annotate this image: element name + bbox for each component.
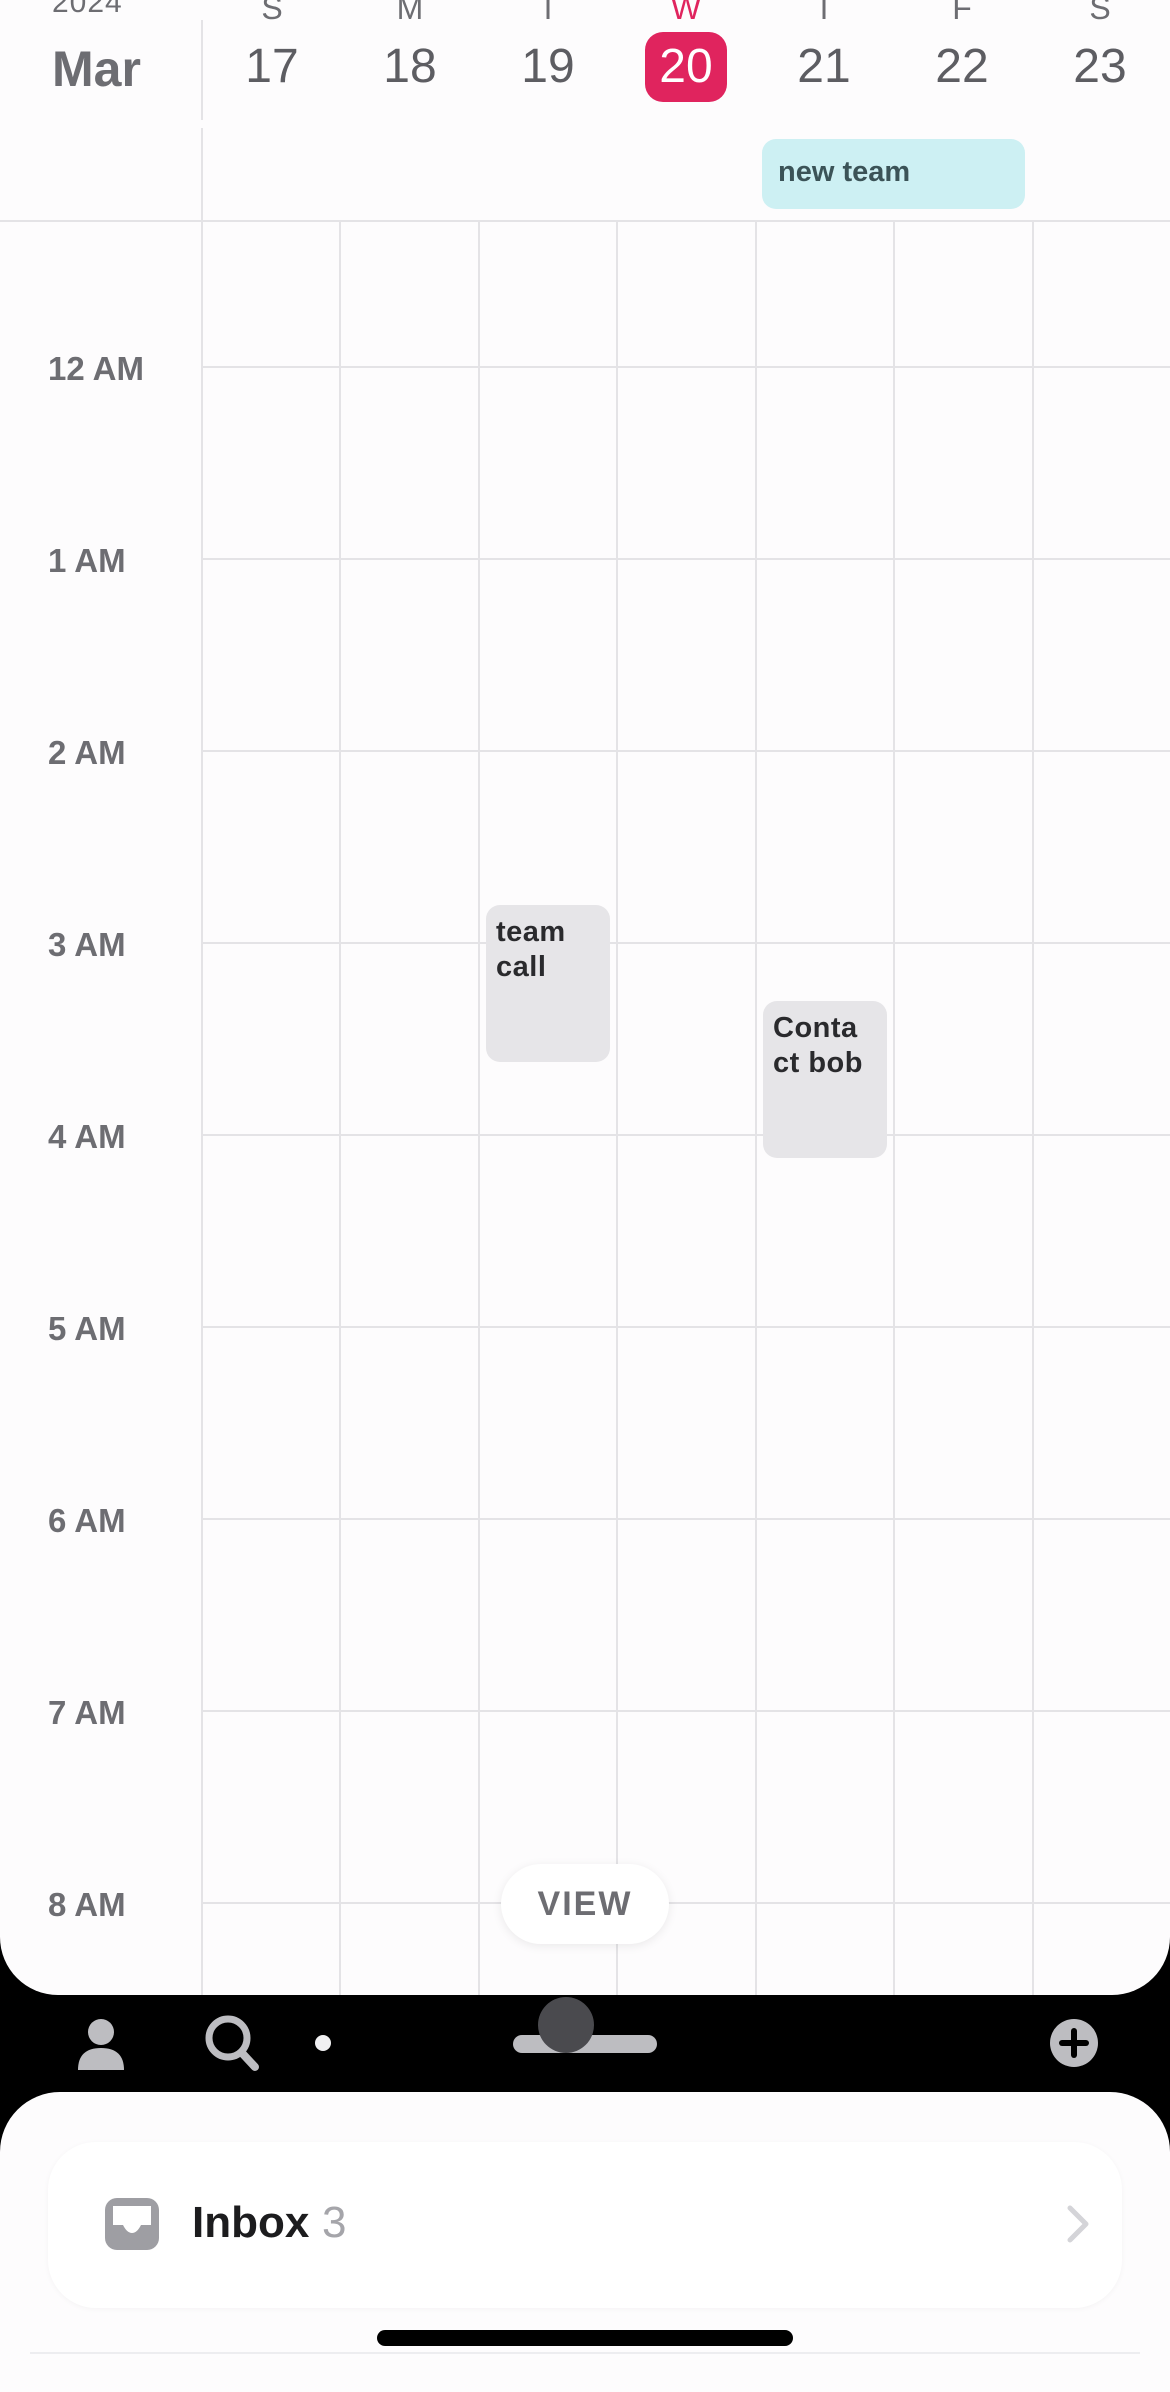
time-label: 3 AM — [48, 926, 126, 963]
event-title-line: team — [496, 916, 566, 948]
event-team-call[interactable]: team call — [486, 905, 610, 1062]
sheet-divider — [30, 2352, 1140, 2354]
bottom-sheet: Inbox 3 — [0, 2092, 1170, 2392]
event-title-line: ct bob — [773, 1047, 863, 1079]
day-number: 17 — [245, 40, 299, 93]
grid-column-line — [1032, 222, 1034, 1995]
day-of-week: W — [670, 0, 702, 26]
add-icon[interactable] — [1049, 2018, 1099, 2073]
today-badge: 20 — [645, 32, 727, 102]
time-label: 1 AM — [48, 542, 126, 579]
view-button[interactable]: VIEW — [501, 1864, 669, 1944]
grid-hour-line — [201, 942, 1170, 944]
day-of-week: S — [1089, 0, 1111, 26]
day-number: 18 — [383, 40, 437, 93]
time-label: 2 AM — [48, 734, 126, 771]
grid-hour-line — [201, 366, 1170, 368]
week-calendar: 2024 Mar S 17 M 18 T 19 W 20 T 21 F 22 S… — [0, 0, 1170, 1995]
grid-hour-line — [201, 1710, 1170, 1712]
grid-hour-line — [201, 1326, 1170, 1328]
inbox-count: 3 — [322, 2198, 347, 2247]
event-title-line: call — [496, 951, 547, 983]
grid-top-border — [0, 220, 1170, 222]
day-number: 21 — [797, 40, 851, 93]
inbox-row[interactable]: Inbox 3 — [48, 2142, 1122, 2308]
grid-column-line — [201, 222, 203, 1995]
allday-event-new-team[interactable]: new team — [762, 139, 1025, 209]
grid-column-line — [616, 222, 618, 1995]
day-of-week: T — [538, 0, 558, 26]
event-contact-bob[interactable]: Conta ct bob — [763, 1001, 887, 1158]
day-number: 19 — [521, 40, 575, 93]
event-title-line: Conta — [773, 1012, 858, 1044]
grid-column-line — [893, 222, 895, 1995]
event-title: new team — [778, 156, 911, 188]
grid-hour-line — [201, 750, 1170, 752]
grid-hour-line — [201, 1134, 1170, 1136]
grid-hour-line — [201, 1902, 1170, 1904]
time-label: 8 AM — [48, 1886, 126, 1923]
day-of-week: F — [952, 0, 972, 26]
time-label: 4 AM — [48, 1118, 126, 1155]
day-of-week: T — [814, 0, 834, 26]
event-title: Conta ct bob — [773, 1011, 881, 1081]
month-label[interactable]: Mar — [52, 40, 141, 98]
inbox-label: Inbox — [192, 2198, 310, 2247]
day-of-week: M — [396, 0, 424, 26]
time-label: 12 AM — [48, 350, 144, 387]
day-number: 22 — [935, 40, 989, 93]
year-label: 2024 — [52, 0, 123, 19]
time-label: 6 AM — [48, 1502, 126, 1539]
event-title: team call — [496, 915, 604, 985]
grid-hour-line — [201, 1518, 1170, 1520]
search-icon[interactable] — [204, 2014, 260, 2077]
grid-column-line — [478, 222, 480, 1995]
inbox-tray-icon — [104, 2197, 160, 2256]
day-of-week: S — [261, 0, 283, 26]
chevron-right-icon — [1066, 2204, 1090, 2249]
person-icon[interactable] — [76, 2016, 126, 2077]
home-indicator[interactable] — [377, 2330, 793, 2346]
grid-column-line — [755, 222, 757, 1995]
time-label: 5 AM — [48, 1310, 126, 1347]
grid-column-line — [339, 222, 341, 1995]
allday-divider — [201, 128, 203, 220]
time-label: 7 AM — [48, 1694, 126, 1731]
dot-icon — [315, 2035, 331, 2051]
day-number: 23 — [1073, 40, 1127, 93]
grid-hour-line — [201, 558, 1170, 560]
grab-knob[interactable] — [538, 1997, 594, 2053]
